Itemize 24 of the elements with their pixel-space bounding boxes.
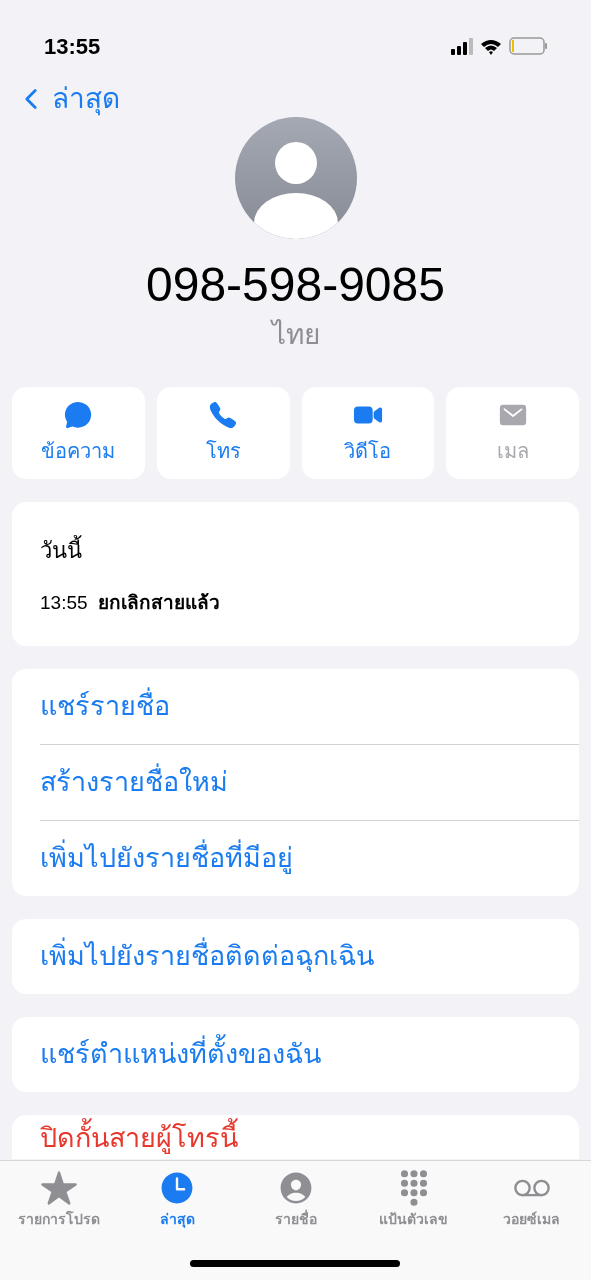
action-button[interactable]: ข้อความ — [12, 387, 145, 479]
status-time: 13:55 — [44, 32, 101, 61]
history-heading: วันนี้ — [40, 534, 551, 567]
call-time: 13:55 — [40, 591, 88, 615]
number-label: ไทย — [271, 318, 320, 352]
action-button[interactable]: โทร — [156, 387, 290, 479]
action-button[interactable]: วิดีโอ — [301, 387, 435, 479]
battery-icon — [509, 37, 547, 55]
option-link[interactable]: สร้างรายชื่อใหม่ — [40, 744, 579, 820]
option-link[interactable]: เพิ่มไปยังรายชื่อที่มีอยู่ — [40, 820, 579, 896]
star-icon — [40, 1169, 79, 1207]
tab[interactable]: รายการโปรด — [0, 1169, 119, 1239]
signal-icon — [451, 37, 473, 55]
option-link[interactable]: แชร์รายชื่อ — [40, 668, 579, 744]
phone-number: 098-598-9085 — [146, 257, 445, 313]
tab[interactable]: วอยซ์เมล — [472, 1169, 591, 1239]
back-button[interactable]: ล่าสุด — [16, 78, 120, 120]
option-link[interactable]: เพิ่มไปยังรายชื่อติดต่อฉุกเฉิน — [40, 918, 579, 994]
option-link[interactable]: ปิดกั้นสายผู้โทรนี้ — [40, 1114, 579, 1159]
call-status: ยกเลิกสายแล้ว — [97, 591, 220, 615]
tab[interactable]: แป้นตัวเลข — [354, 1169, 473, 1239]
tab[interactable]: รายชื่อ — [236, 1169, 355, 1239]
option-link[interactable]: แชร์ตำแหน่งที่ตั้งของฉัน — [40, 1016, 579, 1092]
tab[interactable]: ล่าสุด — [118, 1169, 237, 1239]
